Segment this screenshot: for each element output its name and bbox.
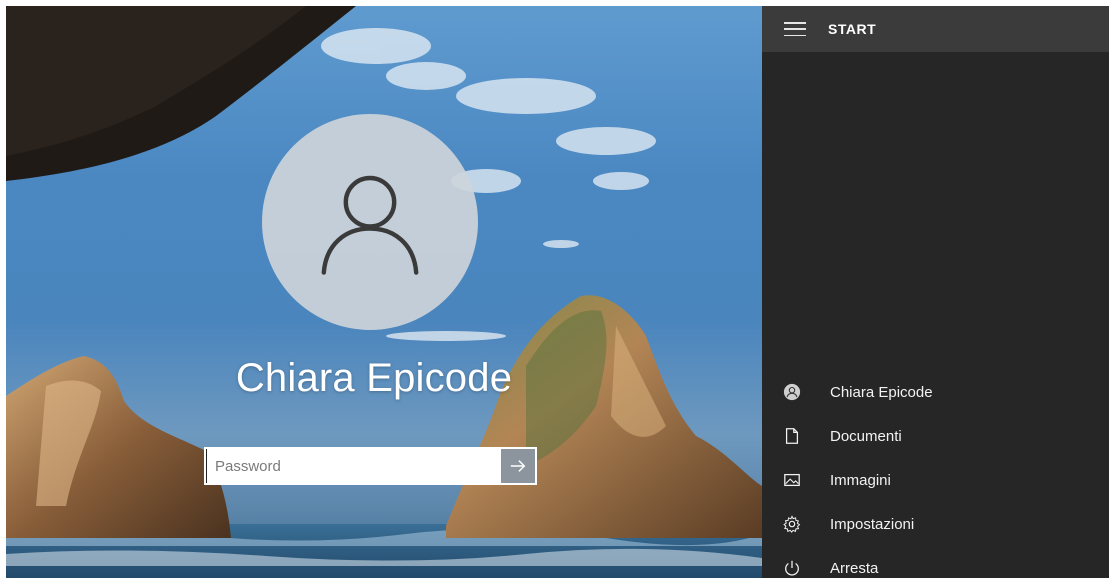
gear-icon bbox=[782, 514, 802, 534]
document-icon bbox=[782, 426, 802, 446]
menu-item-documents[interactable]: Documenti bbox=[762, 414, 1109, 458]
start-menu-list: Chiara Epicode Documenti Immagini Impost… bbox=[762, 370, 1109, 578]
menu-item-shutdown[interactable]: Arresta bbox=[762, 546, 1109, 578]
menu-item-label: Chiara Epicode bbox=[830, 383, 933, 401]
hamburger-menu-icon[interactable] bbox=[784, 22, 806, 36]
windows-login-screen: Chiara Epicode START Chiara Epicode Docu… bbox=[0, 0, 1109, 578]
menu-item-label: Documenti bbox=[830, 427, 902, 445]
arrow-right-icon bbox=[510, 460, 526, 472]
start-panel: START Chiara Epicode Documenti Immagini … bbox=[762, 6, 1109, 578]
start-title: START bbox=[828, 21, 877, 37]
user-name-label: Chiara Epicode bbox=[235, 356, 513, 400]
menu-item-user[interactable]: Chiara Epicode bbox=[762, 370, 1109, 414]
user-silhouette-icon bbox=[321, 175, 419, 275]
password-input[interactable] bbox=[206, 449, 501, 483]
menu-item-settings[interactable]: Impostazioni bbox=[762, 502, 1109, 546]
user-avatar-icon bbox=[782, 382, 802, 402]
start-header: START bbox=[762, 6, 1109, 52]
menu-item-label: Immagini bbox=[830, 471, 891, 489]
user-avatar bbox=[262, 114, 478, 330]
power-icon bbox=[782, 558, 802, 578]
menu-item-label: Arresta bbox=[830, 559, 879, 577]
menu-item-images[interactable]: Immagini bbox=[762, 458, 1109, 502]
image-icon bbox=[782, 470, 802, 490]
menu-item-label: Impostazioni bbox=[830, 515, 915, 533]
lock-screen: Chiara Epicode bbox=[6, 6, 762, 578]
password-box bbox=[204, 447, 537, 485]
submit-button[interactable] bbox=[501, 449, 535, 483]
